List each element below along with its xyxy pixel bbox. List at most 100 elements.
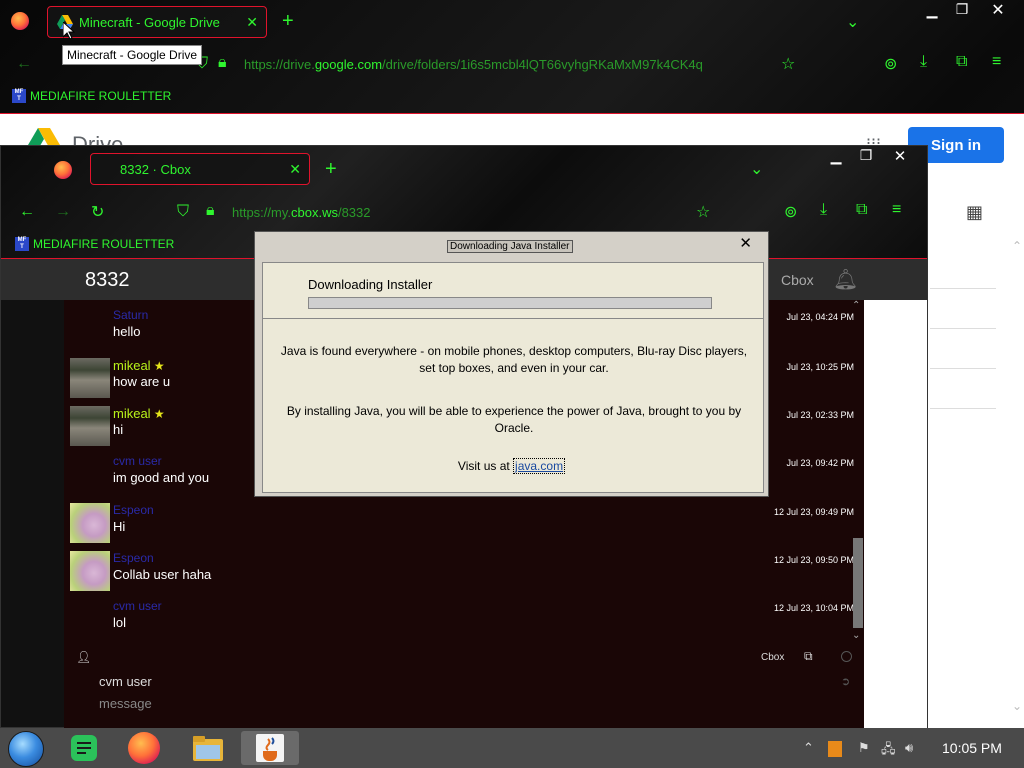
popout-icon[interactable]: ⧉ xyxy=(804,649,813,664)
close-tab-icon[interactable]: ✕ xyxy=(246,14,258,31)
cbox-brand[interactable]: Cbox xyxy=(781,272,814,288)
java-com-link[interactable]: java.com xyxy=(513,458,566,474)
message-username[interactable]: cvm user xyxy=(113,454,162,468)
system-clock[interactable]: 10:05 PM xyxy=(942,740,1002,756)
message-input[interactable]: message xyxy=(99,696,152,711)
tab-list-chevron-icon[interactable]: ⌄ xyxy=(846,12,859,32)
notes-app-icon xyxy=(71,735,97,761)
reload-icon[interactable]: ↻ xyxy=(91,202,104,222)
url-path: /drive/folders/1i6s5mcbl4lQT66vyhgRKaMxM… xyxy=(382,57,703,72)
extensions-icon[interactable]: ⧉ xyxy=(856,201,867,219)
lock-icon[interactable]: 🔒︎ xyxy=(218,54,227,72)
message-username[interactable]: mikeal ★ xyxy=(113,358,165,373)
message-timestamp: 12 Jul 23, 09:50 PM xyxy=(773,555,854,565)
name-field[interactable]: cvm user xyxy=(99,674,152,689)
scroll-down-icon[interactable]: ⌄ xyxy=(1012,699,1022,713)
forward-arrow-icon[interactable]: → xyxy=(55,203,71,221)
chat-scrollbar[interactable]: ⌃ ⌄ xyxy=(850,300,864,641)
tab-cbox[interactable]: 8332 · Cbox ✕ xyxy=(90,153,310,185)
message-text: how are u xyxy=(113,374,171,389)
new-tab-button[interactable]: + xyxy=(325,158,337,181)
network-icon[interactable]: 🖧︎ xyxy=(881,740,896,762)
message-username[interactable]: Saturn xyxy=(113,308,148,322)
bookmark-label: MEDIAFIRE ROULETTER xyxy=(33,237,175,251)
taskbar-java-installer[interactable] xyxy=(241,731,299,765)
firefox-icon xyxy=(128,732,160,764)
compose-brand[interactable]: Cbox xyxy=(761,652,784,663)
bookmark-favicon-icon: MF T xyxy=(15,237,29,251)
message-username[interactable]: mikeal ★ xyxy=(113,406,165,421)
close-window-button[interactable]: ✕ xyxy=(890,147,910,165)
notification-bell-icon[interactable]: 🔔︎ xyxy=(833,267,858,292)
dialog-close-icon[interactable]: ✕ xyxy=(739,234,752,252)
avatar[interactable] xyxy=(70,503,110,543)
message-timestamp: Jul 23, 02:33 PM xyxy=(786,410,854,420)
scroll-down-icon[interactable]: ⌄ xyxy=(852,630,860,641)
firefox-icon[interactable] xyxy=(11,12,29,30)
username-text: Saturn xyxy=(113,308,149,322)
menu-icon[interactable]: ≡ xyxy=(992,53,1001,71)
extensions-icon[interactable]: ⧉ xyxy=(956,53,967,71)
firefox-icon[interactable] xyxy=(54,161,72,179)
tray-java-update-icon[interactable] xyxy=(828,741,842,757)
username-text: Espeon xyxy=(113,503,154,517)
divider xyxy=(930,328,996,329)
grid-view-icon[interactable]: ▦ xyxy=(966,202,983,223)
message-username[interactable]: cvm user xyxy=(113,599,162,613)
action-center-flag-icon[interactable]: ⚑ xyxy=(858,740,870,756)
visit-prefix: Visit us at xyxy=(457,459,514,473)
maximize-button[interactable]: ❐ xyxy=(952,1,972,18)
star-badge-icon: ★ xyxy=(150,407,165,421)
new-tab-button[interactable]: + xyxy=(282,10,294,33)
shield-icon[interactable]: ⛉ xyxy=(177,203,189,221)
radio-toggle[interactable] xyxy=(841,651,852,662)
address-bar[interactable]: https://my.cbox.ws/8332 xyxy=(232,205,371,220)
close-tab-icon[interactable]: ✕ xyxy=(289,161,301,178)
minimize-button[interactable]: ▁ xyxy=(922,2,942,19)
avatar[interactable] xyxy=(70,358,110,398)
download-icon[interactable]: ⤓ xyxy=(820,201,827,219)
taskbar: ⌃ ⚑ 🖧︎ 🔊︎ 10:05 PM xyxy=(0,728,1024,768)
close-window-button[interactable]: ✕ xyxy=(988,0,1008,20)
scroll-up-icon[interactable]: ⌃ xyxy=(1012,239,1022,253)
pocket-icon[interactable]: ⊚ xyxy=(784,202,797,222)
bookmark-mediafire[interactable]: MF T MEDIAFIRE ROULETTER xyxy=(15,237,174,251)
start-button[interactable] xyxy=(8,731,44,767)
message-username[interactable]: Espeon xyxy=(113,551,154,565)
scroll-up-icon[interactable]: ⌃ xyxy=(852,300,860,311)
taskbar-firefox[interactable] xyxy=(126,731,162,765)
volume-icon[interactable]: 🔊︎ xyxy=(905,740,913,756)
pocket-icon[interactable]: ⊚ xyxy=(884,54,897,74)
menu-icon[interactable]: ≡ xyxy=(892,201,901,219)
divider xyxy=(930,288,996,289)
tray-expand-icon[interactable]: ⌃ xyxy=(803,740,814,756)
address-bar[interactable]: https://drive.google.com/drive/folders/1… xyxy=(244,57,703,72)
tab-list-chevron-icon[interactable]: ⌄ xyxy=(750,159,763,179)
back-arrow-icon[interactable]: ← xyxy=(19,203,35,221)
back-arrow-icon[interactable]: ← xyxy=(16,55,32,73)
minimize-button[interactable]: ▁ xyxy=(826,148,846,165)
taskbar-file-explorer[interactable] xyxy=(190,731,226,765)
tab-title: Minecraft - Google Drive xyxy=(79,14,220,30)
bookmark-star-icon[interactable]: ☆ xyxy=(696,202,710,222)
chat-message: Espeon Collab user haha 12 Jul 23, 09:50 P… xyxy=(64,551,854,599)
message-timestamp: 12 Jul 23, 09:49 PM xyxy=(773,507,854,517)
tab-google-drive[interactable]: Minecraft - Google Drive ✕ xyxy=(47,6,267,38)
url-prefix: https://my. xyxy=(232,205,291,220)
avatar[interactable] xyxy=(70,551,110,591)
oracle-description: By installing Java, you will be able to … xyxy=(286,404,742,435)
lock-icon[interactable]: 🔒︎ xyxy=(206,202,215,220)
dialog-titlebar[interactable]: Downloading Java Installer ✕ xyxy=(255,232,768,260)
download-icon[interactable]: ⤓ xyxy=(920,53,927,71)
avatar[interactable] xyxy=(70,406,110,446)
right-gutter xyxy=(864,300,927,729)
bookmark-mediafire[interactable]: MF T MEDIAFIRE ROULETTER xyxy=(12,89,171,103)
bookmark-star-icon[interactable]: ☆ xyxy=(781,54,795,74)
url-domain: google.com xyxy=(314,57,383,72)
maximize-button[interactable]: ❐ xyxy=(856,147,876,164)
send-icon[interactable]: ➲ xyxy=(841,675,850,688)
scrollbar-thumb[interactable] xyxy=(853,538,863,628)
taskbar-notes-app[interactable] xyxy=(66,731,102,765)
user-icon[interactable]: 👤︎ xyxy=(76,650,91,664)
message-username[interactable]: Espeon xyxy=(113,503,154,517)
